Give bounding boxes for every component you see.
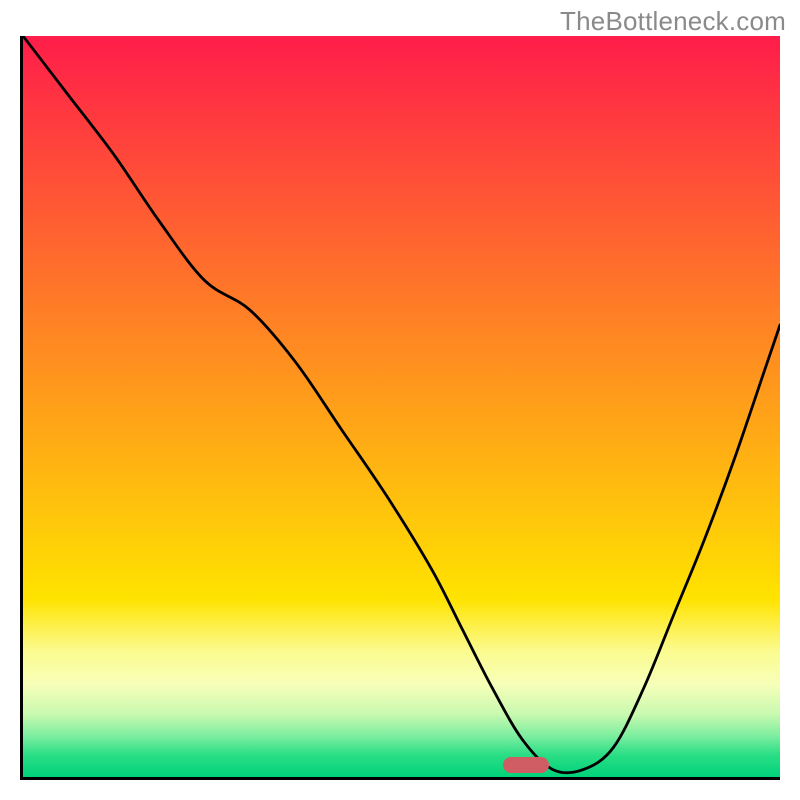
bottleneck-curve xyxy=(23,36,780,773)
plot-area xyxy=(20,36,780,780)
chart-stage: TheBottleneck.com xyxy=(0,0,800,800)
curve-svg xyxy=(23,36,780,777)
watermark-text: TheBottleneck.com xyxy=(560,6,786,37)
optimum-marker xyxy=(503,757,549,773)
